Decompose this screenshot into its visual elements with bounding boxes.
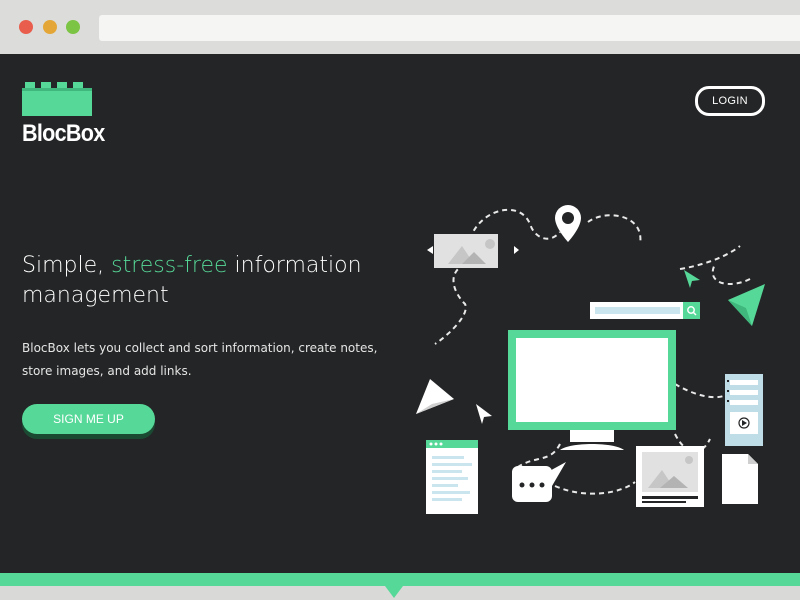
cursor-icon [476,404,492,424]
file-icon [722,454,758,504]
document-icon [426,440,478,514]
map-pin-icon [555,205,581,242]
brand-name: BlocBox [22,120,105,147]
footer-accent-band [0,573,800,586]
window-maximize-button[interactable] [66,20,80,34]
image-slider-icon [427,234,519,268]
hero-description: BlocBox lets you collect and sort inform… [22,341,378,378]
paper-plane-icon [416,379,454,414]
monitor-icon [508,330,676,450]
sign-up-button[interactable]: SIGN ME UP [22,404,155,434]
landing-page: BlocBox LOGIN Simple, stress-free inform… [0,54,800,573]
login-button[interactable]: LOGIN [695,86,765,116]
paper-plane-icon [728,284,765,326]
scroll-down-indicator[interactable] [385,586,403,598]
window-minimize-button[interactable] [43,20,57,34]
hero-illustration [416,205,765,514]
address-bar[interactable] [99,15,800,41]
chat-bubble-icon [512,462,566,502]
lego-block-icon [22,82,92,116]
photo-frame-icon [636,446,704,507]
cursor-icon [684,270,700,288]
media-list-icon [725,374,763,446]
headline-prefix: Simple, [22,253,112,278]
headline-accent: stress-free [111,253,228,278]
browser-chrome [0,0,800,55]
search-bar-icon [590,302,700,319]
hero-headline: Simple, stress-free information manageme… [22,251,392,311]
window-close-button[interactable] [19,20,33,34]
